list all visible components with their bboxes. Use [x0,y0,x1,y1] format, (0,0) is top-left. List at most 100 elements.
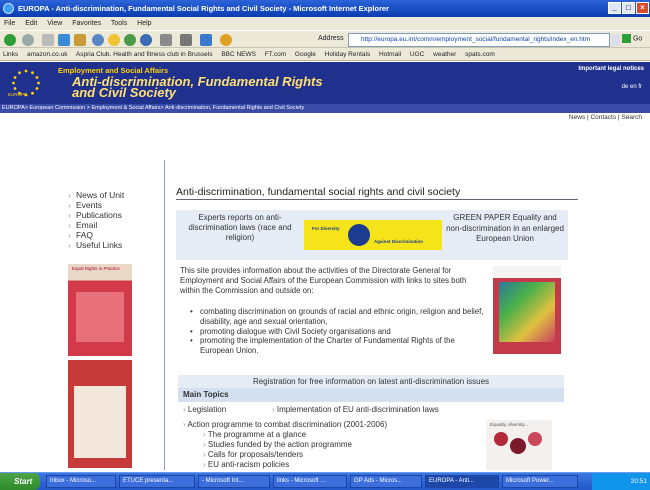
nav-news-of-unit[interactable]: News of Unit [67,190,162,200]
task-etuce[interactable]: ETUCE presenta... [119,475,195,488]
toolbar: Address http://europa.eu.int/comm/employ… [0,30,650,48]
link-ft[interactable]: FT.com [265,51,286,58]
nav-divider [164,160,165,470]
nav-useful-links[interactable]: Useful Links [67,240,162,250]
links-bar: Links amazon.co.uk Aspria Club. Health a… [0,48,650,61]
search-icon[interactable] [92,34,104,46]
breadcrumb[interactable]: EUROPA> European Commission > Employment… [0,104,650,113]
menu-tools[interactable]: Tools [111,20,127,27]
favorites-icon[interactable] [108,34,120,46]
topic-legislation[interactable]: Legislation [183,405,226,414]
window-title: EUROPA - Anti-discrimination, Fundamenta… [18,4,390,13]
back-icon[interactable] [4,34,16,46]
left-nav: News of Unit Events Publications Email F… [67,190,162,250]
stop-icon[interactable] [42,34,54,46]
list-item: promoting the implementation of the Char… [190,336,490,356]
experts-reports-link[interactable]: Experts reports on anti-discrimination l… [184,213,296,243]
list-item: promoting dialogue with Civil Society or… [190,327,490,337]
link-holiday[interactable]: Holiday Rentals [325,51,371,58]
go-button[interactable]: Go [622,34,642,43]
task-gp-ads[interactable]: GP Ads - Micros... [350,475,422,488]
green-paper-link[interactable]: GREEN PAPER Equality and non-discriminat… [446,213,564,245]
link-bbc[interactable]: BBC NEWS [221,51,256,58]
task-links[interactable]: links - Microsoft ... [273,475,347,488]
topics-list: combating discrimination on grounds of r… [190,307,490,356]
address-field[interactable]: http://europa.eu.int/comm/employment_soc… [348,33,610,47]
clock: 20:51 [630,478,647,485]
nav-publications[interactable]: Publications [67,210,162,220]
utility-links[interactable]: News | Contacts | Search [569,114,642,121]
publication-cover-1[interactable]: Equal Rights in Practice [68,264,132,356]
eu-banner: EUROPE Employment and Social Affairs Ant… [0,62,650,104]
publication-cover-1-title: Equal Rights in Practice [72,266,120,271]
europa-label: EUROPE [8,92,28,97]
legal-notices-link[interactable]: Important legal notices [578,66,644,72]
cover-1-artwork [76,292,124,342]
start-button[interactable]: Start [0,473,40,490]
menu-bar: File Edit View Favorites Tools Help [0,17,650,30]
subtopic-glance[interactable]: The programme at a glance [203,430,352,440]
cover-dot-2 [510,438,526,454]
nav-faq[interactable]: FAQ [67,230,162,240]
language-links[interactable]: de en fr [622,84,642,90]
action-subtopics: The programme at a glance Studies funded… [203,430,352,470]
equality-publication-cover[interactable]: Equality, diversity... [486,420,552,470]
intro-text: This site provides information about the… [180,266,467,295]
print-icon[interactable] [180,34,192,46]
go-arrow-icon [622,34,631,43]
subtopic-calls[interactable]: Calls for proposals/tenders [203,450,352,460]
address-label: Address [318,35,344,42]
link-amazon[interactable]: amazon.co.uk [27,51,67,58]
cover-dot-1 [494,432,508,446]
history-icon[interactable] [140,34,152,46]
refresh-icon[interactable] [58,34,70,46]
against-discrimination-label: Against Discrimination [374,239,424,244]
link-hotmail[interactable]: Hotmail [379,51,401,58]
close-button[interactable]: × [636,2,649,14]
media-icon[interactable] [124,34,136,46]
publication-cover-2[interactable] [68,360,132,468]
nav-events[interactable]: Events [67,200,162,210]
puzzle-artwork [499,282,555,342]
link-weather[interactable]: weather [433,51,456,58]
list-item: combating discrimination on grounds of r… [190,307,490,327]
menu-view[interactable]: View [47,20,62,27]
edit-icon[interactable] [200,34,212,46]
forward-icon[interactable] [22,34,34,46]
link-ugc[interactable]: UGC [410,51,424,58]
topic-implementation[interactable]: Implementation of EU anti-discrimination… [272,405,439,414]
maximize-button[interactable]: □ [622,2,635,14]
nav-email[interactable]: Email [67,220,162,230]
start-label: Start [14,477,33,486]
system-tray: 20:51 [592,473,650,490]
link-google[interactable]: Google [295,51,316,58]
link-spats[interactable]: spats.com [465,51,495,58]
minimize-button[interactable]: _ [608,2,621,14]
address-dropdown-icon[interactable] [611,34,620,46]
task-powerpoint[interactable]: Microsoft Power... [502,475,578,488]
taskbar: Start Inbox - Microso... ETUCE presenta.… [0,472,650,490]
subtopic-anti-racism[interactable]: EU anti-racism policies [203,460,352,470]
registration-link[interactable]: Registration for free information on lat… [178,375,564,388]
task-ie[interactable]: - Microsoft Int... [198,475,270,488]
menu-file[interactable]: File [4,20,15,27]
mail-icon[interactable] [160,34,172,46]
banner-title: Anti-discrimination, Fundamental Rights … [72,75,323,99]
diversity-label: For Diversity [312,226,340,231]
topic-action-programme[interactable]: Action programme to combat discriminatio… [183,420,387,429]
task-europa[interactable]: EUROPA - Anti... [425,475,499,488]
task-inbox[interactable]: Inbox - Microso... [46,475,116,488]
menu-edit[interactable]: Edit [25,20,37,27]
menu-favorites[interactable]: Favorites [72,20,101,27]
messenger-icon[interactable] [220,34,232,46]
subtopic-studies[interactable]: Studies funded by the action programme [203,440,352,450]
diversity-logo-icon [348,224,370,246]
cover-dot-3 [528,432,542,446]
main-topics-heading: Main Topics [178,388,564,402]
menu-help[interactable]: Help [137,20,151,27]
green-paper-cover[interactable] [493,266,561,354]
home-icon[interactable] [74,34,86,46]
title-rule [176,199,578,200]
link-aspria[interactable]: Aspria Club. Health and fitness club in … [76,51,213,58]
diversity-campaign-banner[interactable]: For Diversity Against Discrimination [304,220,442,250]
